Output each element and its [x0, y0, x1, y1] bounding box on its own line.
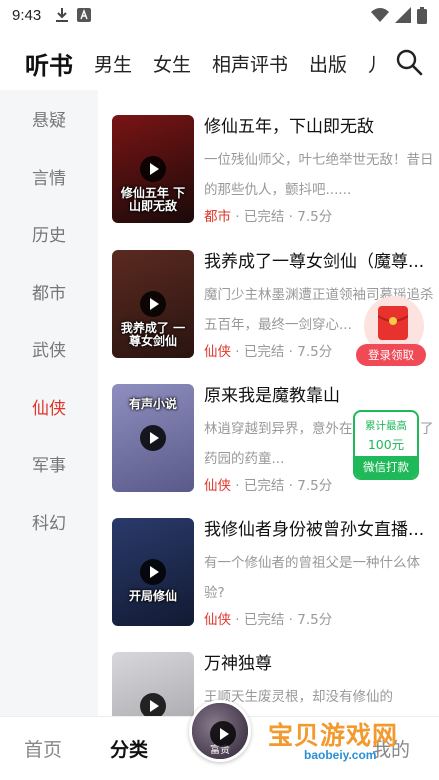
- cover-title-art: 我养成了 一尊女剑仙: [120, 321, 186, 348]
- book-status: 已完结: [243, 478, 285, 494]
- status-time: 9:43: [12, 6, 42, 24]
- watermark: 宝贝游戏网 baobeiy.com: [268, 716, 438, 766]
- play-icon[interactable]: [140, 156, 166, 182]
- book-description: 有一个修仙者的曾祖父是一种什么体验?: [204, 555, 420, 601]
- book-cover[interactable]: 开局修仙: [112, 518, 194, 626]
- red-envelope-widget[interactable]: 登录领取: [356, 296, 426, 370]
- a-badge-icon: [77, 8, 92, 22]
- tab-2[interactable]: 女生: [153, 50, 191, 77]
- cover-title-art: 有声小说: [128, 397, 177, 411]
- now-playing-disc[interactable]: 富贵: [189, 700, 251, 762]
- play-icon[interactable]: [140, 559, 166, 585]
- sidebar-item-5[interactable]: 仙侠: [0, 378, 98, 436]
- sidebar-item-3[interactable]: 都市: [0, 263, 98, 321]
- sidebar-item-6[interactable]: 军事: [0, 435, 98, 493]
- book-description: 一位残仙师父，叶七绝举世无敌！昔日的那些仇人，颤抖吧......: [204, 152, 434, 198]
- play-icon[interactable]: [140, 291, 166, 317]
- category-top-nav: 听书 男生 女生 相声评书 出版儿: [0, 38, 439, 88]
- book-meta: 仙侠 · 已完结 · 7.5分: [204, 608, 436, 632]
- download-icon: [56, 8, 69, 22]
- login-claim-button[interactable]: 登录领取: [356, 344, 426, 366]
- sidebar-item-0[interactable]: 悬疑: [0, 90, 98, 148]
- sidebar-item-7[interactable]: 科幻: [0, 493, 98, 551]
- red-envelope-icon: [378, 306, 408, 340]
- genre-sidebar: 悬疑 言情 历史 都市 武侠 仙侠 军事 科幻: [0, 90, 98, 716]
- book-genre: 仙侠: [204, 478, 231, 494]
- sidebar-item-4[interactable]: 武侠: [0, 320, 98, 378]
- sidebar-item-2[interactable]: 历史: [0, 205, 98, 263]
- meta-separator: ·: [284, 209, 298, 225]
- wechat-promo-line: 累计最高: [365, 420, 407, 432]
- now-playing-play-icon: [210, 721, 236, 747]
- tab-3[interactable]: 相声评书: [212, 50, 288, 77]
- wechat-payout-widget[interactable]: 累计最高 100元 微信打款: [353, 410, 419, 480]
- top-tabs: 听书 男生 女生 相声评书 出版儿: [0, 46, 380, 81]
- tab-4[interactable]: 出版: [309, 50, 347, 77]
- book-meta: 都市 · 已完结 · 7.5分: [204, 205, 436, 229]
- battery-icon: [417, 6, 427, 24]
- watermark-url: baobeiy.com: [304, 748, 377, 762]
- book-item[interactable]: 修仙五年 下山即无敌 修仙五年，下山即无敌一位残仙师父，叶七绝举世无敌！昔日的那些…: [112, 115, 434, 225]
- book-status: 已完结: [243, 612, 285, 628]
- book-genre: 都市: [204, 209, 231, 225]
- book-status: 已完结: [243, 344, 285, 360]
- wechat-promo-amount: 100元: [367, 437, 405, 452]
- status-bar: 9:43: [0, 0, 439, 30]
- book-cover[interactable]: [112, 652, 194, 716]
- tab-1[interactable]: 男生: [94, 50, 132, 77]
- tab-0[interactable]: 听书: [25, 46, 73, 81]
- play-icon[interactable]: [140, 425, 166, 451]
- book-item[interactable]: 开局修仙 我修仙者身份被曾孙女直播... 有一个修仙者的曾祖父是一种什么体验? 仙侠 …: [112, 518, 432, 628]
- book-list: 修仙五年 下山即无敌 修仙五年，下山即无敌 一位残仙师父，叶七绝举世无敌！昔日的那些…: [98, 90, 439, 716]
- meta-separator: ·: [231, 612, 244, 628]
- watermark-text: 宝贝游戏网: [268, 721, 399, 750]
- book-info: 我修仙者身份被曾孙女直播... 有一个修仙者的曾祖父是一种什么体验? 仙侠 · 已完…: [204, 518, 436, 632]
- book-status: 已完结: [243, 209, 285, 225]
- book-score: 7.5分: [297, 612, 333, 628]
- book-item[interactable]: 万神独尊王顺天生废灵根，却没有修仙的仙侠 · 已完结 · 7.5分: [112, 652, 432, 716]
- meta-separator: ·: [284, 612, 298, 628]
- book-title[interactable]: 万神独尊: [204, 652, 436, 676]
- meta-separator: ·: [231, 478, 244, 494]
- cover-title-art: 开局修仙: [128, 589, 177, 603]
- book-cover[interactable]: 我养成了 一尊女剑仙: [112, 250, 194, 358]
- book-title[interactable]: 我修仙者身份被曾孙女直播...: [204, 518, 436, 542]
- book-title[interactable]: 原来我是魔教靠山: [204, 384, 436, 408]
- nav-home[interactable]: 首页: [24, 735, 62, 762]
- wifi-icon: [371, 8, 389, 22]
- book-genre: 仙侠: [204, 344, 231, 360]
- book-title[interactable]: 修仙五年，下山即无敌: [204, 115, 436, 139]
- book-cover[interactable]: 修仙五年 下山即无敌: [112, 115, 194, 223]
- wechat-payout-button[interactable]: 微信打款: [355, 456, 417, 478]
- play-icon[interactable]: [140, 693, 166, 716]
- meta-separator: ·: [231, 209, 244, 225]
- search-icon[interactable]: [395, 48, 423, 76]
- meta-separator: ·: [284, 478, 298, 494]
- signal-icon: [395, 7, 411, 23]
- meta-separator: ·: [231, 344, 244, 360]
- tab-5[interactable]: 儿: [368, 50, 380, 77]
- book-info: 修仙五年，下山即无敌一位残仙师父，叶七绝举世无敌！昔日的那些仇人，颤抖吧....…: [204, 115, 436, 229]
- book-score: 7.5分: [297, 344, 333, 360]
- book-cover[interactable]: 有声小说: [112, 384, 194, 492]
- book-score: 7.5分: [297, 478, 333, 494]
- book-score: 7.5分: [297, 209, 333, 225]
- book-title[interactable]: 我养成了一尊女剑仙（魔尊...: [204, 250, 436, 274]
- book-genre: 仙侠: [204, 612, 231, 628]
- meta-separator: ·: [284, 344, 298, 360]
- sidebar-item-1[interactable]: 言情: [0, 148, 98, 206]
- nav-category[interactable]: 分类: [110, 735, 148, 762]
- cover-title-art: 修仙五年 下山即无敌: [120, 186, 186, 213]
